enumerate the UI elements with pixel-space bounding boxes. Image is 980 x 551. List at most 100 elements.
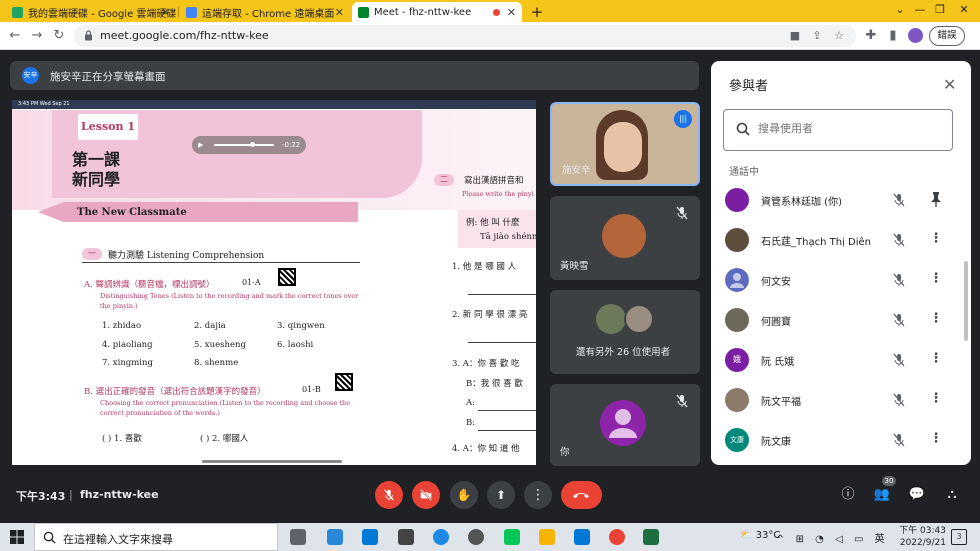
windows-start-icon[interactable] — [10, 530, 24, 544]
chrome-icon[interactable] — [609, 529, 625, 545]
participant-row[interactable]: 石氏莛_Thạch Thị Diên ⋮ — [711, 220, 971, 260]
info-icon[interactable]: ⓘ — [838, 485, 858, 505]
more-options-icon[interactable]: ⋮ — [929, 350, 943, 368]
url-text: meet.google.com/fhz-nttw-kee — [100, 29, 269, 42]
section-number: 二 — [434, 174, 454, 186]
task-view-icon[interactable] — [290, 529, 306, 545]
keyboard-icon[interactable]: ▭ — [854, 534, 867, 545]
more-options-icon[interactable]: ⋮ — [929, 230, 943, 248]
chevron-down-icon[interactable]: ⌄ — [890, 3, 910, 16]
close-icon[interactable]: ✕ — [335, 6, 344, 19]
address-bar[interactable]: meet.google.com/fhz-nttw-kee ■ ⇪ ☆ — [74, 25, 856, 47]
participant-row[interactable]: 阮文平福 ⋮ — [711, 380, 971, 420]
search-input[interactable] — [758, 122, 943, 135]
participant-row[interactable]: 何圓寶 ⋮ — [711, 300, 971, 340]
video-tile-presenter[interactable]: ||| 施安辛 — [550, 102, 700, 186]
search-box[interactable] — [723, 109, 953, 151]
profile-avatar[interactable] — [908, 28, 923, 43]
photos-icon[interactable] — [362, 529, 378, 545]
audio-scrubber[interactable] — [250, 142, 255, 147]
edge-legacy-icon[interactable] — [327, 529, 343, 545]
participant-row[interactable]: 資管系林廷珈 (你) — [711, 180, 971, 220]
participant-name: 阮文平福 — [761, 397, 801, 408]
close-icon[interactable]: ✕ — [161, 6, 170, 19]
hand-icon: ✋ — [456, 488, 472, 502]
reload-icon[interactable]: ↻ — [50, 27, 68, 45]
taskbar-search[interactable]: 在這裡輸入文字來搜尋 — [34, 523, 278, 551]
mic-off-icon[interactable] — [891, 192, 907, 208]
close-icon[interactable]: ✕ — [507, 6, 516, 19]
new-tab-button[interactable]: + — [527, 2, 547, 22]
participant-row[interactable]: 何文安 ⋮ — [711, 260, 971, 300]
google-meet-icon — [358, 6, 369, 18]
meeting-time: 下午3:43 — [16, 490, 66, 503]
minimize-button[interactable]: — — [910, 3, 930, 16]
back-arrow-icon[interactable]: ← — [6, 27, 24, 45]
chevron-up-icon[interactable]: ^ — [776, 534, 788, 545]
chat-icon[interactable]: 💬 — [907, 485, 927, 505]
video-tile[interactable]: 黃映雪 — [550, 196, 700, 280]
ime-indicator[interactable]: 英 — [875, 534, 889, 545]
raise-hand-button[interactable]: ✋ — [450, 481, 478, 509]
play-icon[interactable]: ▶ — [198, 141, 203, 149]
video-tile-self[interactable]: 你 — [550, 384, 700, 466]
more-options-icon[interactable]: ⋮ — [929, 390, 943, 408]
video-tile-others[interactable]: 還有另外 26 位使用者 — [550, 290, 700, 374]
calculator-icon[interactable] — [398, 529, 414, 545]
more-options-icon[interactable]: ⋮ — [929, 270, 943, 288]
forward-arrow-icon[interactable]: → — [28, 27, 46, 45]
audio-player[interactable]: ▶ -0:22 — [192, 136, 306, 154]
weather-widget[interactable]: ⛅ 33°C — [740, 530, 780, 541]
network-icon[interactable]: ⊞ — [796, 534, 808, 545]
tab-google-drive[interactable]: 我的雲端硬碟 - Google 雲端硬碟 ✕ — [6, 2, 176, 22]
scrollbar[interactable] — [964, 261, 968, 341]
settings-icon[interactable] — [468, 529, 484, 545]
close-window-button[interactable]: ✕ — [954, 3, 974, 16]
mic-toggle-button[interactable] — [375, 481, 403, 509]
camera-toggle-button[interactable] — [412, 481, 440, 509]
activities-icon[interactable]: ⛬ — [942, 485, 962, 505]
present-screen-button[interactable]: ⬆ — [487, 481, 515, 509]
tab-meet[interactable]: Meet - fhz-nttw-kee ✕ — [352, 2, 522, 22]
star-icon[interactable]: ☆ — [832, 29, 846, 43]
camera-icon[interactable]: ■ — [788, 29, 802, 43]
mic-off-icon[interactable] — [891, 432, 907, 448]
restore-button[interactable]: ❐ — [930, 3, 950, 16]
more-options-button[interactable]: ⋮ — [524, 481, 552, 509]
avatar: 文康 — [725, 428, 749, 452]
section-label: 通話中 — [729, 167, 759, 178]
file-explorer-icon[interactable] — [539, 529, 555, 545]
participant-row[interactable]: 文康 阮文康 ⋮ — [711, 420, 971, 460]
more-options-icon[interactable]: ⋮ — [929, 310, 943, 328]
tab-chrome-remote-desktop[interactable]: 這端存取 - Chrome 遠端桌面 ✕ — [180, 2, 350, 22]
share-icon[interactable]: ⇪ — [810, 29, 824, 43]
mic-off-icon[interactable] — [891, 232, 907, 248]
mail-icon[interactable] — [574, 529, 590, 545]
side-panel-icon[interactable]: ▮ — [884, 27, 902, 45]
close-icon[interactable]: ✕ — [943, 75, 956, 94]
mic-off-icon[interactable] — [891, 312, 907, 328]
notification-center-icon[interactable]: 3 — [951, 529, 967, 545]
browser-toolbar: ← → ↻ meet.google.com/fhz-nttw-kee ■ ⇪ ☆… — [0, 22, 980, 50]
pin-icon[interactable] — [929, 190, 943, 208]
update-button[interactable]: 錯誤 — [929, 26, 965, 46]
participant-row[interactable]: 娥 阮 氏娥 ⋮ — [711, 340, 971, 380]
windows-taskbar: 在這裡輸入文字來搜尋 ⛅ 33°C ^ ⊞ ◔ ◁ ▭ 英 下午 03:43 2… — [0, 523, 980, 551]
wifi-icon[interactable]: ◔ — [815, 534, 828, 545]
leave-call-button[interactable] — [561, 481, 602, 509]
mic-off-icon[interactable] — [891, 392, 907, 408]
edge-icon[interactable] — [433, 529, 449, 545]
taskbar-clock[interactable]: 下午 03:43 2022/9/21 — [888, 525, 946, 549]
mic-off-icon[interactable] — [891, 272, 907, 288]
extensions-icon[interactable]: ✚ — [862, 27, 880, 45]
word-item: 7. xingming — [102, 358, 153, 368]
line-icon[interactable] — [504, 529, 520, 545]
excel-icon[interactable] — [643, 529, 659, 545]
camera-off-icon — [420, 489, 432, 501]
people-icon[interactable]: 👥 — [872, 485, 892, 505]
audio-progress[interactable] — [214, 144, 274, 146]
mic-off-icon[interactable] — [891, 352, 907, 368]
volume-icon[interactable]: ◁ — [835, 534, 847, 545]
participant-video — [604, 122, 642, 172]
more-options-icon[interactable]: ⋮ — [929, 430, 943, 448]
